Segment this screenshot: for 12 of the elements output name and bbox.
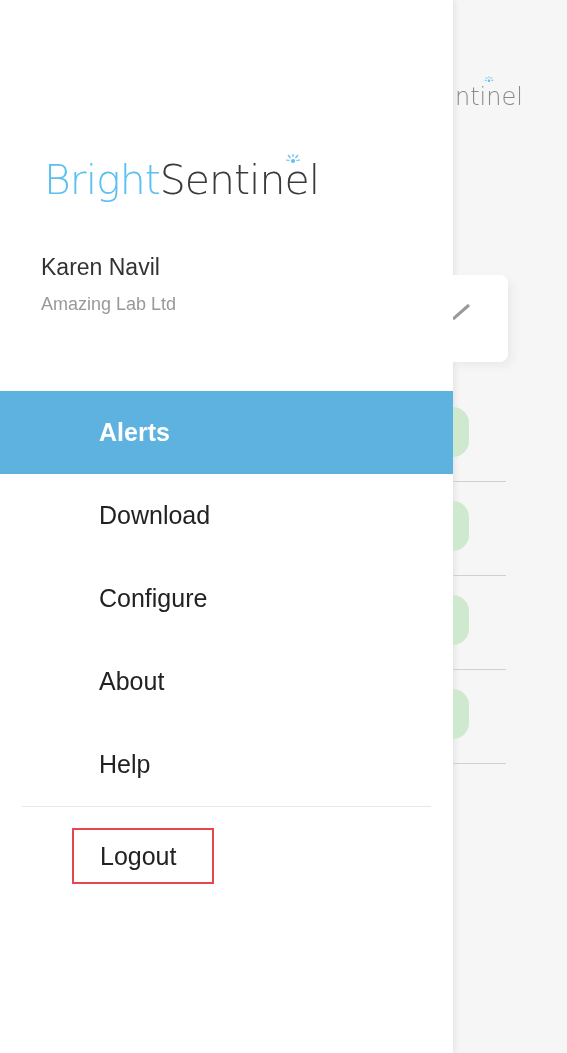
organization-name: Amazing Lab Ltd [41, 293, 177, 315]
menu-item[interactable]: Download [0, 474, 453, 557]
sparkle-icon [285, 154, 301, 164]
header-logo-fragment: ntinel [455, 82, 523, 112]
menu-item[interactable]: About [0, 640, 453, 723]
logo: BrightSentinel [44, 153, 320, 206]
menu-item[interactable]: Configure [0, 557, 453, 640]
sparkle-icon [484, 76, 494, 83]
logout-item[interactable]: Logout [72, 828, 214, 884]
pencil-icon [453, 302, 471, 321]
user-name: Karen Navil [41, 253, 160, 282]
menu-item[interactable]: Help [0, 723, 453, 806]
